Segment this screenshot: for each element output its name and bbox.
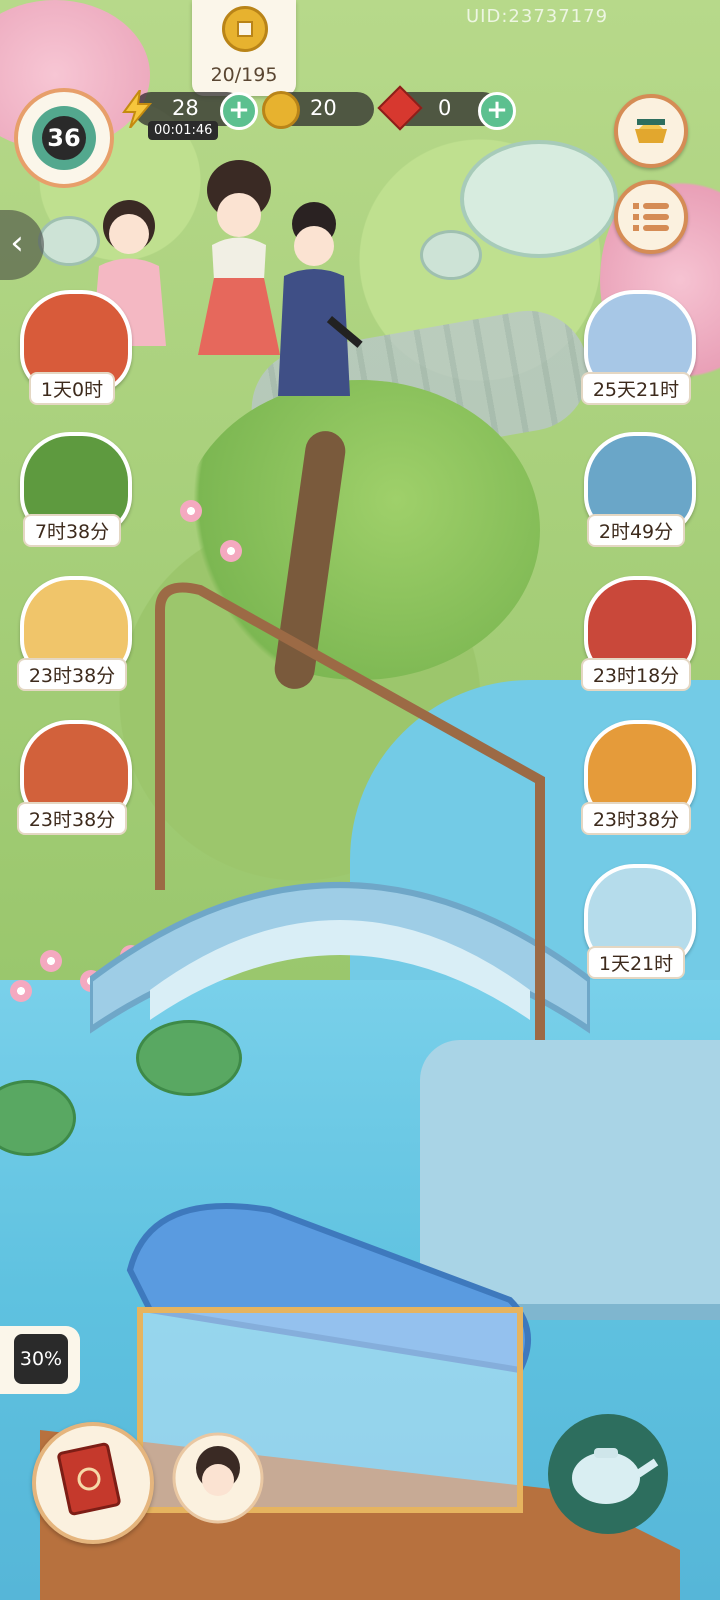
event-right-4[interactable]: 23时38分 [576,720,696,840]
level-badge-ring: 36 [32,106,96,170]
gems-value: 0 [438,96,452,120]
stone-tea-table[interactable] [460,140,618,258]
event-timer: 7时38分 [22,514,122,547]
event-timer: 23时38分 [580,802,692,835]
blossom [220,540,242,562]
coin-collection-tab[interactable]: 20/195 [192,0,296,96]
blossom [40,950,62,972]
coin-progress-text: 20/195 [210,64,278,86]
progress-percent: 30% [14,1334,68,1384]
blossom [180,500,202,522]
red-book-icon [57,1442,121,1516]
add-energy-button[interactable]: + [220,92,258,130]
blossom [10,980,32,1002]
teapot-icon [572,1448,659,1504]
event-right-5[interactable]: 1天21时 [576,864,696,984]
coins-value: 20 [310,96,337,120]
event-left-2[interactable]: 7时38分 [12,432,132,552]
gold-coin-icon [222,6,268,52]
stone-stool [420,230,482,280]
event-timer: 25天21时 [580,372,692,405]
energy-value: 28 [172,96,199,120]
menu-button[interactable] [614,180,688,254]
tea-button[interactable] [548,1414,668,1534]
user-id: UID:23737179 [466,6,609,27]
gold-ingot-icon [635,119,667,143]
event-right-2[interactable]: 2时49分 [576,432,696,552]
event-left-4[interactable]: 23时38分 [12,720,132,840]
progress-chip[interactable]: 30% [0,1326,80,1394]
player-level-badge[interactable]: 36 [14,88,114,188]
shop-button[interactable] [614,94,688,168]
lamp-post-arch [155,582,545,1070]
list-menu-icon [633,203,669,231]
character-portrait-button[interactable] [170,1428,266,1528]
event-timer: 23时38分 [16,658,128,691]
event-left-3[interactable]: 23时38分 [12,576,132,696]
back-arrow-icon: ‹ [10,223,24,263]
journal-button[interactable] [32,1422,154,1544]
event-right-3[interactable]: 23时18分 [576,576,696,696]
swordsman-blue-robe[interactable] [262,196,372,426]
event-timer: 1天21时 [586,946,686,979]
add-gems-button[interactable]: + [478,92,516,130]
event-right-1[interactable]: 25天21时 [576,290,696,410]
coin-icon [262,91,300,129]
level-number: 36 [42,116,86,160]
event-timer: 23时38分 [16,802,128,835]
event-timer: 1天0时 [28,372,116,405]
event-timer: 23时18分 [580,658,692,691]
event-left-1[interactable]: 1天0时 [12,290,132,410]
event-timer: 2时49分 [586,514,686,547]
covered-boat[interactable] [40,1190,680,1600]
energy-refill-timer: 00:01:46 [148,121,219,140]
